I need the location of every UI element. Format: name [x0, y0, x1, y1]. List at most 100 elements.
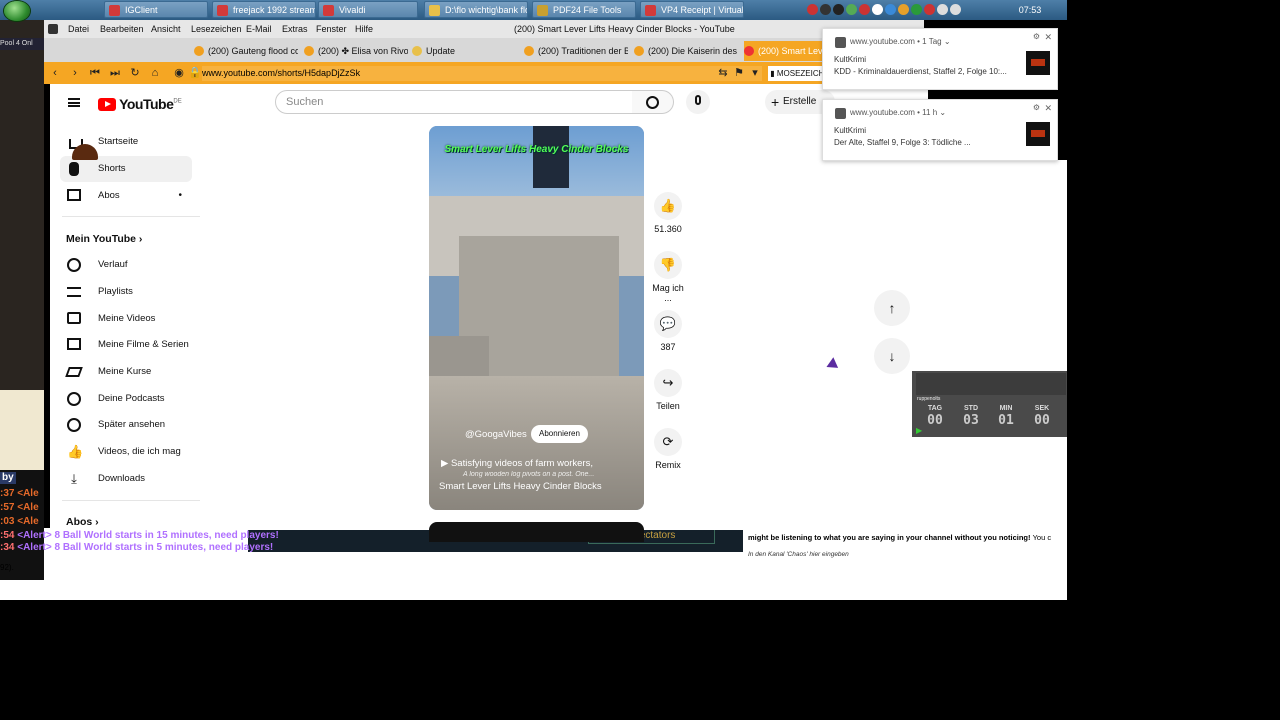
tray-icon[interactable] [846, 4, 857, 15]
podcast-icon [67, 392, 81, 406]
subscribe-button[interactable]: Abonnieren [531, 425, 588, 443]
vivaldi-icon [835, 108, 846, 119]
youtube-page: YouTubeDE Suchen + Erstelle Startseite Sh… [50, 84, 928, 542]
start-button[interactable] [4, 1, 30, 21]
remix-button[interactable]: ⟳ Remix [650, 428, 686, 470]
taskbar-item[interactable]: IGClient [104, 1, 208, 18]
fast-forward-icon[interactable]: ⏭ [108, 66, 122, 80]
site-info-icon[interactable]: ◉ [172, 66, 186, 80]
menu-ansicht[interactable]: Ansicht [151, 20, 181, 38]
sidebar-item-playlists[interactable]: Playlists [60, 279, 192, 305]
app-icon [217, 5, 228, 16]
next-short-button[interactable]: ↓ [874, 338, 910, 374]
countdown-mini [916, 373, 1066, 395]
vivaldi-menu-icon[interactable] [48, 24, 58, 34]
voice-search-button[interactable] [686, 90, 710, 114]
tray-icon[interactable] [911, 4, 922, 15]
clock[interactable]: 07:53 [1010, 0, 1050, 20]
playlist-link[interactable]: ▶ Satisfying videos of farm workers, [441, 458, 593, 469]
dropdown-icon[interactable]: ▾ [748, 66, 762, 80]
sidebar-item-courses[interactable]: Meine Kurse [60, 359, 192, 385]
gear-icon[interactable]: ⚙ [1033, 32, 1040, 41]
sidebar-item-my-videos[interactable]: Meine Videos [60, 306, 192, 332]
browser-tab-active[interactable]: (200) Smart Lever [744, 41, 834, 61]
sidebar-item-watch-later[interactable]: Später ansehen [60, 412, 192, 438]
countdown-days: TAG 00 [927, 405, 943, 428]
rewind-icon[interactable]: ⏮ [88, 66, 102, 80]
tray-icon[interactable] [872, 4, 883, 15]
tray-icon[interactable] [950, 4, 961, 15]
sidebar-item-liked-videos[interactable]: 👍 Videos, die ich mag [60, 439, 192, 465]
sidebar-item-downloads[interactable]: ⤓ Downloads [60, 466, 192, 492]
channel-handle[interactable]: @GoogaVibes [465, 429, 527, 440]
tray-icon[interactable] [859, 4, 870, 15]
shorts-video-player[interactable]: Smart Lever Lifts Heavy Cinder Blocks @G… [429, 126, 644, 510]
browser-tab[interactable]: (200) Traditionen der Bla [524, 41, 628, 61]
sidebar-item-subscriptions[interactable]: Abos • [60, 183, 192, 209]
video-title[interactable]: Smart Lever Lifts Heavy Cinder Blocks [439, 481, 602, 492]
menu-fenster[interactable]: Fenster [316, 20, 347, 38]
next-short-preview[interactable] [429, 522, 644, 542]
close-icon[interactable]: ✕ [1044, 103, 1052, 114]
tray-icon[interactable] [924, 4, 935, 15]
bookmark-icon[interactable]: ⚑ [732, 66, 746, 80]
sidebar-item-podcasts[interactable]: Deine Podcasts [60, 386, 192, 412]
comments-button[interactable]: 💬 387 [650, 310, 686, 352]
search-button[interactable] [632, 90, 674, 114]
sidebar-item-movies[interactable]: Meine Filme & Serien [60, 332, 192, 358]
browser-tab[interactable]: (200) Gauteng flood cor [194, 41, 298, 61]
chat-tab-label: by [0, 472, 16, 484]
notification-card[interactable]: www.youtube.com • 11 h ⌄ ⚙ ✕ KultKrimi D… [822, 99, 1058, 161]
taskbar-item[interactable]: freejack 1992 stream ... [212, 1, 316, 18]
tray-icon[interactable] [937, 4, 948, 15]
tab-favicon [194, 46, 204, 56]
browser-tab[interactable]: (200) ✤ Elisa von Rivoml [304, 41, 408, 61]
forward-icon[interactable]: › [68, 66, 82, 80]
tab-favicon [524, 46, 534, 56]
menu-bearbeiten[interactable]: Bearbeiten [100, 20, 144, 38]
pdf-icon [537, 5, 548, 16]
menu-datei[interactable]: Datei [68, 20, 89, 38]
vivaldi-icon [835, 37, 846, 48]
back-icon[interactable]: ‹ [48, 66, 62, 80]
dislike-button[interactable]: 👎 Mag ich ... [650, 251, 686, 303]
tray-icon[interactable] [898, 4, 909, 15]
notification-card[interactable]: www.youtube.com • 1 Tag ⌄ ⚙ ✕ KultKrimi … [822, 28, 1058, 90]
browser-tab[interactable]: Update [412, 41, 516, 61]
search-input[interactable]: Suchen [275, 90, 633, 114]
my-youtube-heading[interactable]: Mein YouTube › [66, 233, 142, 245]
tray-icon[interactable] [833, 4, 844, 15]
address-input[interactable]: www.youtube.com/shorts/H5dapDjZzSk [202, 66, 762, 81]
reader-icon[interactable]: ⇆ [716, 66, 730, 80]
browser-menubar: Datei Bearbeiten Ansicht Lesezeichen E-M… [44, 20, 924, 38]
like-button[interactable]: 👍 51.360 [650, 192, 686, 234]
countdown-label: ruppenolts [917, 396, 941, 402]
video-overlay-title: Smart Lever Lifts Heavy Cinder Blocks [444, 144, 629, 155]
taskbar-item[interactable]: Vivaldi [318, 1, 418, 18]
play-icon[interactable]: ▶ [916, 426, 922, 435]
youtube-logo[interactable]: YouTubeDE [98, 96, 182, 112]
taskbar-item[interactable]: D:\flo wichtig\bank flo [424, 1, 528, 18]
menu-hilfe[interactable]: Hilfe [355, 20, 373, 38]
menu-extras[interactable]: Extras [282, 20, 308, 38]
taskbar-item[interactable]: PDF24 File Tools [532, 1, 636, 18]
share-icon: ↪ [654, 369, 682, 397]
tray-icon[interactable] [820, 4, 831, 15]
browser-tab[interactable]: (200) Die Kaiserin des os [634, 41, 738, 61]
sidebar-item-history[interactable]: Verlauf [60, 252, 192, 278]
clock-icon [67, 418, 81, 432]
share-button[interactable]: ↪ Teilen [650, 369, 686, 411]
gear-icon[interactable]: ⚙ [1033, 103, 1040, 112]
taskbar-item[interactable]: VP4 Receipt | Virtual ... [640, 1, 744, 18]
notification-app: KultKrimi [834, 55, 867, 64]
close-icon[interactable]: ✕ [1044, 32, 1052, 43]
tray-icon[interactable] [807, 4, 818, 15]
menu-email[interactable]: E-Mail [246, 20, 272, 38]
previous-short-button[interactable]: ↑ [874, 290, 910, 326]
home-icon[interactable]: ⌂ [148, 66, 162, 80]
subscriptions-heading[interactable]: Abos › [66, 516, 99, 528]
hamburger-menu-icon[interactable] [68, 98, 80, 107]
menu-lesezeichen[interactable]: Lesezeichen [191, 20, 242, 38]
reload-icon[interactable]: ↻ [128, 66, 142, 80]
tray-icon[interactable] [885, 4, 896, 15]
